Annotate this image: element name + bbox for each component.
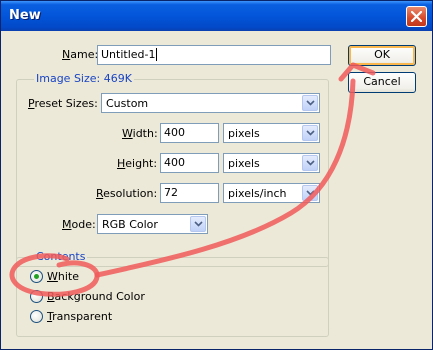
width-label: Width: [122,127,158,140]
contents-legend: Contents [34,250,88,263]
width-unit-dropdown-arrow[interactable] [302,125,318,141]
width-input[interactable]: 400 [160,123,219,143]
radio-background-color-label[interactable]: Background Color [47,290,145,303]
height-unit-value: pixels [228,157,260,170]
image-size-legend: Image Size: 469K [34,72,134,85]
resolution-unit-dropdown-arrow[interactable] [302,185,318,201]
preset-sizes-label: Preset Sizes: [28,97,98,110]
radio-transparent[interactable] [30,310,43,323]
height-unit-select[interactable]: pixels [223,153,320,173]
resolution-unit-value: pixels/inch [228,187,287,200]
radio-white[interactable] [30,270,43,283]
new-document-dialog: New Name: Untitled-1 Image Size: 469K Pr… [0,0,433,350]
chevron-down-icon [306,190,315,196]
chevron-down-icon [306,100,315,106]
height-unit-dropdown-arrow[interactable] [302,155,318,171]
name-input[interactable]: Untitled-1 [97,45,331,65]
chevron-down-icon [306,130,315,136]
width-unit-value: pixels [228,127,260,140]
resolution-label: Resolution: [96,187,158,200]
height-label: Height: [117,157,158,170]
mode-dropdown-arrow[interactable] [190,216,206,232]
close-icon [411,11,422,22]
resolution-input[interactable]: 72 [160,183,219,203]
radio-white-label[interactable]: White [47,270,79,283]
name-label: Name: [62,48,99,61]
mode-label: Mode: [62,218,96,231]
chevron-down-icon [306,160,315,166]
width-unit-select[interactable]: pixels [223,123,320,143]
mode-value: RGB Color [102,218,158,231]
radio-selected-dot [34,274,39,279]
radio-transparent-label[interactable]: Transparent [47,310,112,323]
preset-sizes-value: Custom [106,97,149,110]
cancel-button[interactable]: Cancel [348,72,416,93]
preset-sizes-select[interactable]: Custom [101,93,320,113]
radio-background-color[interactable] [30,290,43,303]
height-input[interactable]: 400 [160,153,219,173]
dialog-body: Name: Untitled-1 Image Size: 469K Preset… [5,31,428,347]
mode-select[interactable]: RGB Color [97,214,208,234]
text-cursor [156,48,158,61]
resolution-unit-select[interactable]: pixels/inch [223,183,320,203]
close-button[interactable] [406,6,427,27]
title-bar[interactable]: New [1,1,432,31]
window-title: New [9,8,41,23]
chevron-down-icon [194,221,203,227]
preset-dropdown-arrow[interactable] [302,95,318,111]
image-size-value: 469K [103,72,132,85]
ok-button[interactable]: OK [348,45,416,66]
